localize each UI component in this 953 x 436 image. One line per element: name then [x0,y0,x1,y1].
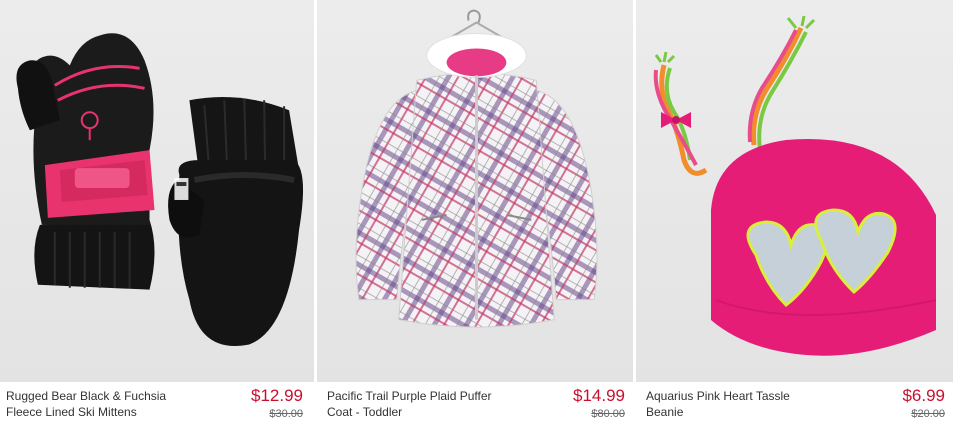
product-name-beanie[interactable]: Aquarius Pink Heart Tassle Beanie [646,388,846,420]
product-name-line2: Coat - Toddler [327,405,403,419]
product-name-puffer-coat[interactable]: Pacific Trail Purple Plaid Puffer Coat -… [327,388,527,420]
right-mitten [168,96,304,347]
tassel-left [653,51,708,176]
product-image-beanie[interactable] [636,0,953,382]
sale-price: $6.99 [902,386,945,405]
product-card-mittens[interactable]: Rugged Bear Black & Fuchsia Fleece Lined… [0,0,316,436]
product-name-line1: Rugged Bear Black & Fuchsia [6,389,167,403]
beanie-body [711,138,937,356]
product-name-line2: Fleece Lined Ski Mittens [6,405,137,419]
product-grid: Rugged Bear Black & Fuchsia Fleece Lined… [0,0,953,436]
left-mitten [16,33,155,290]
product-image-puffer-coat[interactable] [317,0,633,382]
original-price: $30.00 [269,408,303,420]
product-card-puffer-coat[interactable]: Pacific Trail Purple Plaid Puffer Coat -… [316,0,636,436]
mittens-illustration [16,33,304,347]
product-name-mittens[interactable]: Rugged Bear Black & Fuchsia Fleece Lined… [6,388,206,420]
beanie-illustration [653,15,937,356]
original-price: $80.00 [591,408,625,420]
product-name-line1: Pacific Trail Purple Plaid Puffer [327,389,492,403]
product-name-line2: Beanie [646,405,684,419]
product-card-beanie[interactable]: Aquarius Pink Heart Tassle Beanie $6.99 … [636,0,953,436]
product-info: Rugged Bear Black & Fuchsia Fleece Lined… [0,382,315,436]
tassel-right [747,15,816,151]
sale-price: $12.99 [251,386,303,405]
puffer-coat-illustration [355,9,598,328]
product-name-line1: Aquarius Pink Heart Tassle [646,389,790,403]
original-price: $20.00 [911,408,945,420]
product-info: Aquarius Pink Heart Tassle Beanie $6.99 … [636,382,953,436]
sale-price: $14.99 [573,386,625,405]
product-image-mittens[interactable] [0,0,314,382]
product-info: Pacific Trail Purple Plaid Puffer Coat -… [316,382,635,436]
